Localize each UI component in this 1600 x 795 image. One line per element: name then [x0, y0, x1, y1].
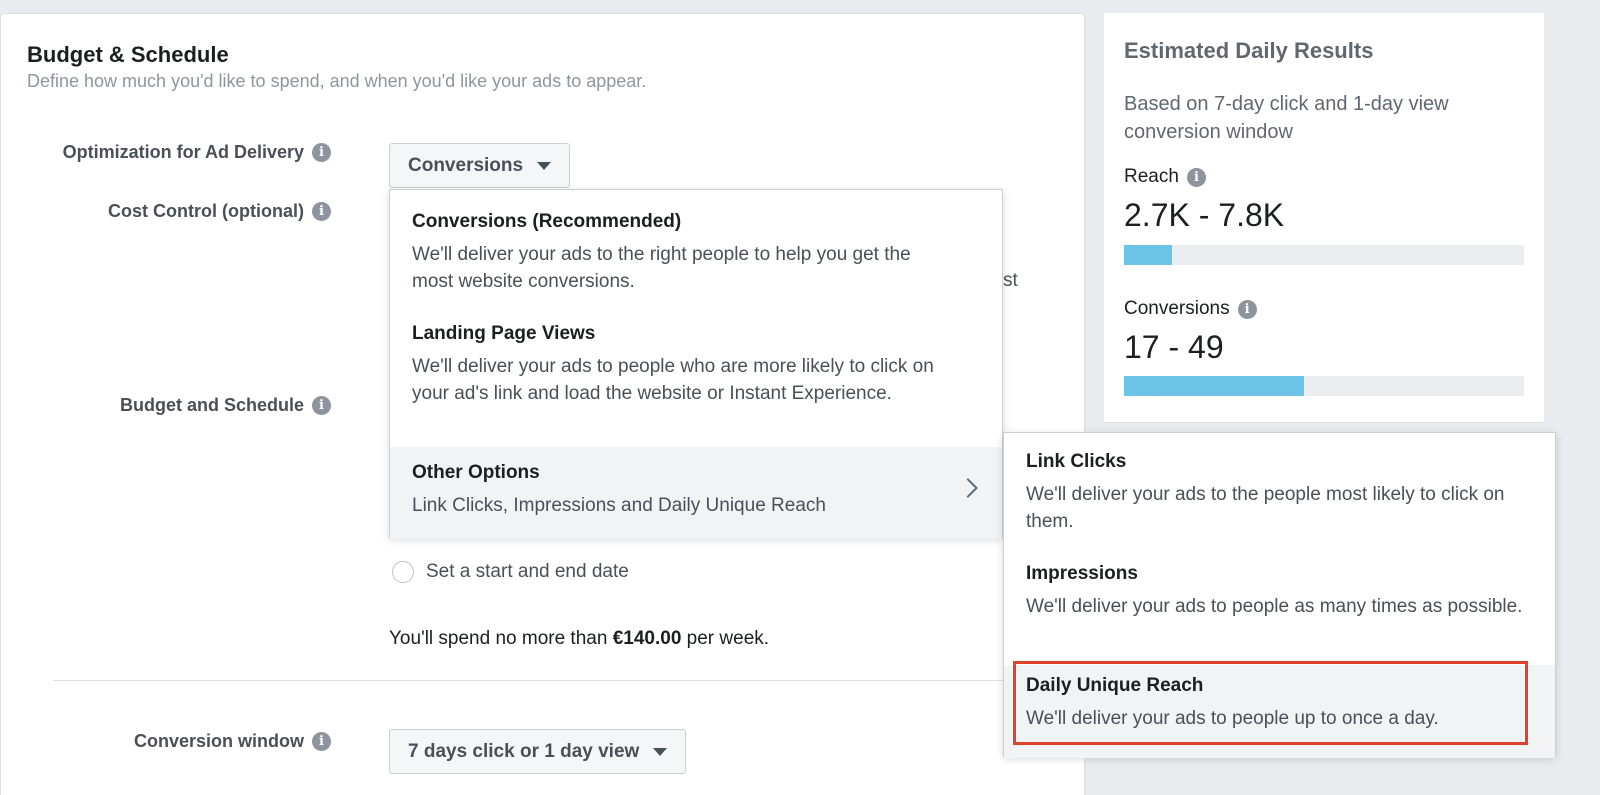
reach-label-text: Reach: [1124, 166, 1179, 187]
menu-item-other-options[interactable]: Other Options Link Clicks, Impressions a…: [390, 447, 1002, 539]
info-icon[interactable]: i: [312, 202, 331, 221]
conversions-bar-fill: [1124, 376, 1304, 396]
info-icon[interactable]: i: [1237, 299, 1257, 319]
results-title: Estimated Daily Results: [1124, 38, 1374, 63]
start-end-date-option[interactable]: Set a start and end date: [392, 561, 629, 583]
menu-item-desc: We'll deliver your ads to the right peop…: [412, 244, 911, 292]
reach-value: 2.7K - 7.8K: [1124, 197, 1285, 233]
spend-prefix: You'll spend no more than: [389, 628, 613, 649]
menu-item-title: Link Clicks: [1026, 451, 1127, 472]
optimization-label-text: Optimization for Ad Delivery: [62, 142, 304, 162]
caret-down-icon: [537, 161, 552, 170]
conversion-window-dropdown[interactable]: 7 days click or 1 day view: [389, 729, 687, 774]
conversions-label-text: Conversions: [1124, 298, 1230, 319]
optimization-dropdown[interactable]: Conversions: [389, 143, 571, 188]
cost-control-label: Cost Control (optional) i: [108, 201, 331, 222]
menu-item-title: Impressions: [1026, 563, 1138, 584]
conversion-window-label-text: Conversion window: [133, 731, 304, 751]
reach-bar-fill: [1124, 245, 1172, 265]
info-icon[interactable]: i: [312, 143, 331, 162]
estimated-results-panel: Estimated Daily Results Based on 7-day c…: [1104, 13, 1544, 423]
section-subtitle: Define how much you'd like to spend, and…: [27, 71, 647, 91]
conversion-window-label: Conversion window i: [134, 731, 331, 752]
clipped-text: st: [1003, 270, 1018, 291]
spend-summary: You'll spend no more than €140.00 per we…: [389, 628, 769, 650]
optimization-menu: Conversions (Recommended) We'll deliver …: [389, 189, 1003, 539]
results-basis: Based on 7-day click and 1-day view conv…: [1124, 93, 1449, 143]
menu-item-desc: Link Clicks, Impressions and Daily Uniqu…: [412, 495, 826, 516]
conversions-label: Conversions i: [1124, 298, 1257, 320]
spend-suffix: per week.: [681, 628, 770, 649]
spend-amount: €140.00: [612, 628, 682, 649]
conversions-bar: [1124, 376, 1524, 396]
menu-item-conversions[interactable]: Conversions (Recommended) We'll deliver …: [390, 211, 1002, 295]
radio-label: Set a start and end date: [426, 561, 629, 582]
menu-item-desc: We'll deliver your ads to the people mos…: [1026, 484, 1505, 532]
menu-item-desc: We'll deliver your ads to people as many…: [1026, 596, 1523, 617]
radio-button[interactable]: [392, 561, 414, 583]
reach-bar: [1124, 245, 1524, 265]
divider: [53, 680, 1083, 681]
menu-item-title: Landing Page Views: [412, 323, 596, 344]
info-icon[interactable]: i: [1186, 167, 1206, 187]
conversions-value: 17 - 49: [1124, 329, 1224, 365]
submenu-item-link-clicks[interactable]: Link Clicks We'll deliver your ads to th…: [1004, 451, 1555, 535]
menu-item-title: Other Options: [412, 462, 540, 483]
menu-item-desc: We'll deliver your ads to people who are…: [412, 356, 934, 404]
info-icon[interactable]: i: [312, 732, 331, 751]
cost-control-label-text: Cost Control (optional): [108, 201, 304, 221]
budget-schedule-label: Budget and Schedule i: [120, 395, 331, 416]
optimization-label: Optimization for Ad Delivery i: [63, 142, 331, 163]
highlight-annotation: [1013, 661, 1528, 745]
caret-down-icon: [653, 747, 668, 756]
budget-schedule-label-text: Budget and Schedule: [119, 395, 304, 415]
optimization-dropdown-value: Conversions: [408, 154, 524, 176]
info-icon[interactable]: i: [312, 396, 331, 415]
submenu-item-impressions[interactable]: Impressions We'll deliver your ads to pe…: [1004, 563, 1555, 620]
menu-item-title: Conversions (Recommended): [412, 211, 682, 232]
menu-item-landing-page-views[interactable]: Landing Page Views We'll deliver your ad…: [390, 323, 1002, 407]
conversion-window-value: 7 days click or 1 day view: [408, 740, 640, 762]
reach-label: Reach i: [1124, 166, 1206, 188]
section-title: Budget & Schedule: [27, 42, 229, 67]
